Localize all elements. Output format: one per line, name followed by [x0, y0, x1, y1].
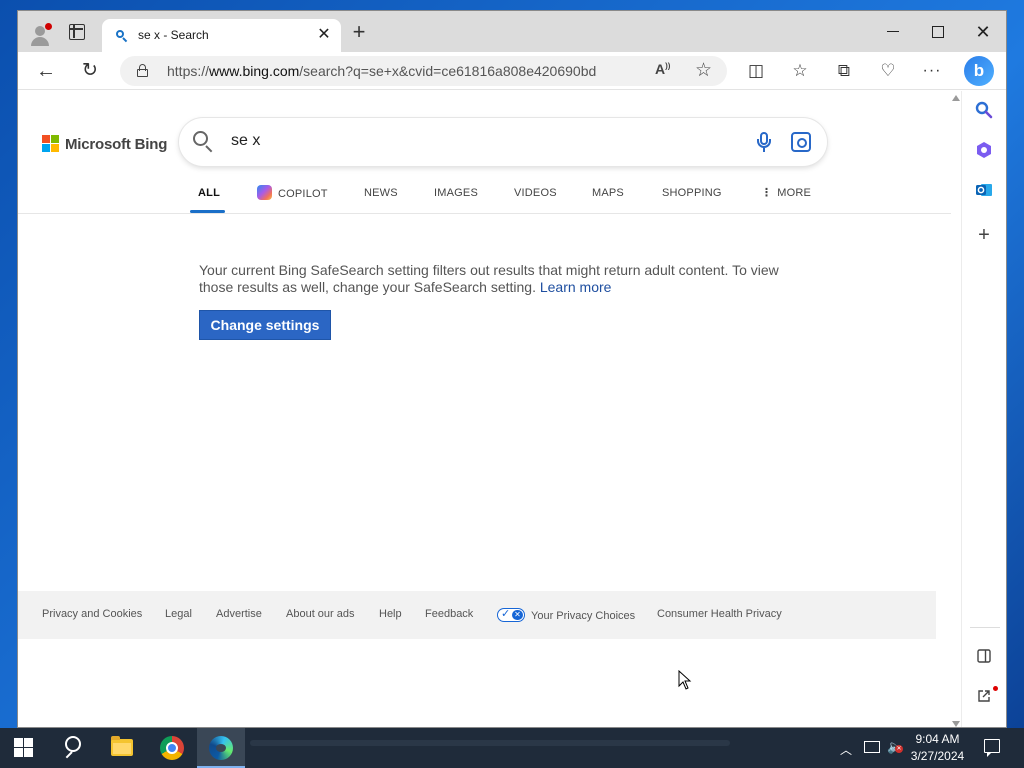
split-screen-icon[interactable]: ◫ [745, 60, 767, 82]
profile-icon[interactable] [26, 19, 56, 49]
sidebar-outlook-icon[interactable] [972, 181, 996, 205]
footer-link-advertise[interactable]: Advertise [216, 608, 262, 620]
safesearch-notice-text: Your current Bing SafeSearch setting fil… [199, 262, 779, 295]
footer-link-privacy-choices[interactable]: ✓ ✕ Your Privacy Choices [497, 608, 635, 622]
read-aloud-icon[interactable]: A)) [655, 61, 670, 77]
browser-window: se x - Search ✕ + ✕ ← ↻ https://www.bing… [17, 10, 1007, 728]
sidebar-search-icon[interactable] [972, 101, 996, 125]
footer-link-legal[interactable]: Legal [165, 608, 192, 620]
favorites-icon[interactable]: ☆ [789, 60, 811, 82]
file-explorer-icon[interactable] [111, 736, 133, 756]
tab-videos[interactable]: VIDEOS [514, 183, 557, 214]
close-window-button[interactable]: ✕ [971, 21, 995, 43]
search-box[interactable]: se x [179, 118, 827, 166]
change-settings-button[interactable]: Change settings [199, 310, 331, 340]
visual-search-icon[interactable] [791, 132, 811, 152]
taskbar-scroll [250, 740, 730, 746]
network-icon[interactable] [864, 741, 880, 753]
tab-shopping[interactable]: SHOPPING [662, 183, 722, 214]
tab-maps[interactable]: MAPS [592, 183, 624, 214]
bing-logo-text: Microsoft Bing [65, 135, 168, 153]
bing-logo[interactable]: Microsoft Bing [42, 134, 167, 154]
safesearch-notice: Your current Bing SafeSearch setting fil… [199, 262, 799, 296]
tab-copilot[interactable]: COPILOT [257, 183, 328, 214]
address-bar[interactable]: https://www.bing.com/search?q=se+x&cvid=… [120, 56, 727, 86]
microphone-icon[interactable] [756, 132, 772, 152]
scroll-down-icon[interactable] [952, 721, 960, 727]
collections-icon[interactable]: ⧉ [833, 60, 855, 82]
chrome-icon[interactable] [160, 736, 184, 760]
vertical-scrollbar[interactable] [951, 91, 961, 727]
tray-chevron-icon[interactable]: ︿ [840, 741, 852, 758]
footer: Privacy and Cookies Legal Advertise Abou… [18, 591, 936, 639]
learn-more-link[interactable]: Learn more [540, 279, 612, 295]
active-tab-underline [190, 210, 225, 213]
start-icon[interactable] [14, 738, 33, 757]
tab-active[interactable]: se x - Search ✕ [102, 19, 341, 52]
clock-time: 9:04 AM [915, 732, 960, 746]
lock-icon[interactable] [137, 64, 148, 77]
footer-link-feedback[interactable]: Feedback [425, 608, 473, 620]
copilot-icon [257, 185, 272, 200]
edge-icon[interactable] [197, 728, 245, 768]
privacy-choices-icon: ✓ ✕ [497, 608, 525, 622]
page-content: Microsoft Bing se x ALL COPILOT NEWS IMA… [18, 91, 951, 727]
tab-title: se x - Search [138, 28, 209, 42]
search-favicon-icon [116, 30, 128, 43]
more-vertical-icon: ⋮ [761, 187, 773, 199]
title-bar: se x - Search ✕ + ✕ [18, 11, 1006, 52]
sidebar-copilot-icon[interactable] [972, 141, 996, 165]
tab-images[interactable]: IMAGES [434, 183, 478, 214]
external-link-icon[interactable] [972, 686, 998, 711]
tab-actions-icon[interactable] [69, 24, 85, 40]
search-input[interactable]: se x [231, 132, 260, 150]
minimize-button[interactable] [881, 21, 905, 43]
sidebar-add-icon[interactable]: + [972, 223, 996, 247]
footer-link-help[interactable]: Help [379, 608, 402, 620]
search-icon[interactable] [193, 131, 215, 153]
clock-date: 3/27/2024 [910, 749, 965, 763]
maximize-button[interactable] [926, 21, 950, 43]
volume-muted-icon[interactable]: 🔈✕ [887, 739, 903, 755]
tab-more[interactable]: ⋮ MORE [761, 183, 811, 214]
scroll-up-icon[interactable] [952, 95, 960, 101]
browser-toolbar: ← ↻ https://www.bing.com/search?q=se+x&c… [18, 52, 1006, 90]
footer-link-privacy[interactable]: Privacy and Cookies [42, 608, 142, 620]
url-text[interactable]: https://www.bing.com/search?q=se+x&cvid=… [167, 63, 597, 79]
microsoft-logo-icon [42, 135, 60, 153]
notification-icon[interactable] [984, 739, 1000, 757]
bing-chat-icon[interactable]: b [964, 56, 994, 86]
sidebar-divider [970, 627, 1000, 628]
footer-link-health-privacy[interactable]: Consumer Health Privacy [657, 608, 782, 620]
sidebar-hide-icon[interactable] [972, 647, 996, 671]
reload-icon[interactable]: ↻ [79, 60, 101, 82]
favorite-star-icon[interactable]: ☆ [695, 59, 712, 82]
taskbar-search-icon[interactable] [61, 736, 85, 760]
edge-sidebar: + ⚙ [961, 91, 1006, 727]
back-icon[interactable]: ← [35, 60, 57, 82]
footer-link-about-ads[interactable]: About our ads [286, 608, 355, 620]
browser-essentials-icon[interactable]: ♡ [877, 60, 899, 82]
taskbar: ︿ 🔈✕ 9:04 AM 3/27/2024 [0, 728, 1024, 768]
tab-close-icon[interactable]: ✕ [315, 26, 333, 44]
more-icon[interactable]: ··· [921, 60, 943, 82]
clock[interactable]: 9:04 AM 3/27/2024 [905, 731, 970, 765]
tab-news[interactable]: NEWS [364, 183, 398, 214]
scope-tabs: ALL COPILOT NEWS IMAGES VIDEOS MAPS SHOP… [18, 183, 951, 214]
new-tab-icon[interactable]: + [349, 21, 369, 43]
